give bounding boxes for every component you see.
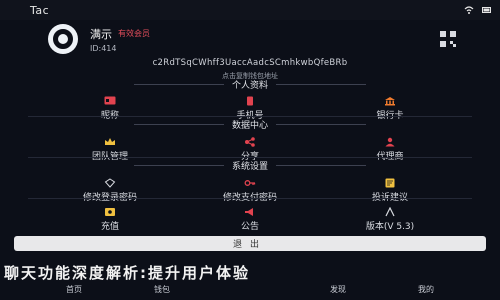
member-badge: 有效会员: [118, 29, 150, 38]
profile-header[interactable]: 满示 有效会员 ID:414: [44, 20, 456, 58]
user-id: ID:414: [90, 43, 117, 53]
change-payment-password-label: 修改支付密码: [222, 193, 277, 203]
version-icon: [383, 206, 397, 217]
wallet-address[interactable]: c2RdTSqCWhff3UaccAadcSCmhkwbQfeBRb: [0, 58, 500, 68]
announcement-item[interactable]: 公告: [195, 206, 305, 232]
logout-button[interactable]: 退出: [14, 236, 486, 251]
tab-mine[interactable]: 我的: [396, 284, 456, 300]
crown-icon: [103, 136, 117, 147]
phone-icon: [243, 95, 257, 106]
qr-code-icon[interactable]: [440, 31, 456, 47]
version-item[interactable]: 版本(V 5.3): [335, 206, 445, 232]
tab-wallet[interactable]: 钱包: [132, 284, 192, 300]
section-settings-title: 系统设置: [0, 160, 500, 172]
tab-discover[interactable]: 发现: [308, 284, 368, 300]
profile-name: 满示: [90, 27, 112, 41]
bank-card-icon: [383, 95, 397, 106]
status-bar: Tac: [0, 0, 500, 20]
bank-card-item[interactable]: 银行卡: [335, 95, 445, 121]
id-card-icon: [103, 95, 117, 106]
bottom-tab-bar: 首页 钱包 发现 我的: [0, 284, 500, 300]
agent-icon: [383, 136, 397, 147]
change-login-password-item[interactable]: 修改登录密码: [55, 177, 165, 203]
feedback-label: 投诉建议: [371, 193, 408, 203]
divider: [28, 116, 472, 117]
change-payment-password-item[interactable]: 修改支付密码: [195, 177, 305, 203]
key-icon: [243, 177, 257, 188]
recharge-item[interactable]: 充值: [55, 206, 165, 232]
section-data-title: 数据中心: [0, 119, 500, 131]
battery-icon: [482, 5, 492, 15]
recharge-label: 充值: [100, 222, 119, 232]
tab-home[interactable]: 首页: [44, 284, 104, 300]
share-icon: [243, 136, 257, 147]
feedback-icon: [383, 177, 397, 188]
settings-row-1: 修改登录密码 修改支付密码 投诉建议: [0, 177, 500, 203]
section-personal-title: 个人资料: [0, 79, 500, 91]
lock-icon: [103, 177, 117, 188]
version-label: 版本(V 5.3): [365, 222, 415, 232]
tab-center[interactable]: [220, 284, 280, 300]
agent-item[interactable]: 代理商: [335, 136, 445, 162]
feedback-item[interactable]: 投诉建议: [335, 177, 445, 203]
avatar[interactable]: [48, 24, 78, 54]
divider: [28, 198, 472, 199]
team-management-item[interactable]: 团队管理: [55, 136, 165, 162]
recharge-icon: [103, 206, 117, 217]
change-login-password-label: 修改登录密码: [82, 193, 137, 203]
settings-row-2: 充值 公告 版本(V 5.3): [0, 206, 500, 232]
divider: [28, 157, 472, 158]
announcement-icon: [243, 206, 257, 217]
wifi-icon: [464, 5, 474, 15]
announcement-label: 公告: [240, 222, 259, 232]
nickname-item[interactable]: 昵称: [55, 95, 165, 121]
article-banner-title[interactable]: 聊天功能深度解析:提升用户体验: [0, 262, 500, 284]
app-name: Tac: [30, 3, 50, 17]
